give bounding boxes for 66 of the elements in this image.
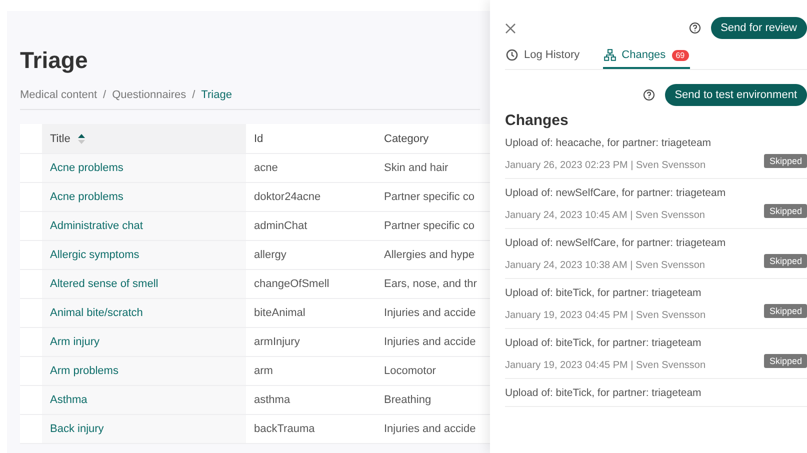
table-cell: Ears, nose, and thr bbox=[384, 278, 477, 290]
breadcrumb-separator: / bbox=[103, 89, 106, 101]
sort-icon bbox=[78, 134, 86, 144]
close-icon[interactable] bbox=[505, 22, 516, 34]
change-description: Upload of: heacache, for partner: triageteam bbox=[505, 137, 712, 149]
table-cell: biteAnimal bbox=[254, 307, 306, 319]
title-link[interactable]: Arm problems bbox=[50, 365, 118, 377]
table-cell: Partner specific co bbox=[384, 220, 474, 232]
status-badge: Skipped bbox=[764, 304, 807, 318]
change-description: Upload of: newSelfCare, for partner: triageteam bbox=[505, 187, 727, 199]
change-meta: January 19, 2023 04:45 PM | Sven Svensson bbox=[505, 360, 707, 371]
table-cell: asthma bbox=[254, 394, 290, 406]
breadcrumb-link[interactable]: Medical content bbox=[20, 89, 98, 101]
title-link[interactable]: Back injury bbox=[50, 423, 104, 435]
column-header[interactable]: Id bbox=[246, 124, 376, 153]
table-cell: acne bbox=[254, 162, 278, 174]
change-description: Upload of: biteTick, for partner: triageteam bbox=[505, 387, 702, 399]
status-badge: Skipped bbox=[764, 354, 807, 368]
title-link[interactable]: Administrative chat bbox=[50, 220, 143, 232]
table-cell: Breathing bbox=[384, 394, 432, 406]
table-cell: backTrauma bbox=[254, 423, 315, 435]
table-cell: allergy bbox=[254, 249, 286, 261]
change-description: Upload of: biteTick, for partner: triageteam bbox=[505, 337, 702, 349]
breadcrumb-separator: / bbox=[192, 89, 196, 101]
count-badge: 69 bbox=[672, 50, 689, 60]
changes-heading: Changes bbox=[505, 112, 570, 129]
page-title: Triage bbox=[20, 47, 89, 73]
change-meta: January 19, 2023 04:45 PM | Sven Svensson bbox=[505, 310, 707, 321]
title-link[interactable]: Asthma bbox=[50, 394, 88, 406]
title-link[interactable]: Animal bite/scratch bbox=[50, 307, 143, 319]
send-to-test-button[interactable]: Send to test environment bbox=[664, 84, 807, 106]
column-header[interactable]: Title bbox=[42, 124, 246, 153]
change-description: Upload of: newSelfCare, for partner: triageteam bbox=[505, 237, 727, 249]
breadcrumb-link[interactable]: Questionnaires bbox=[112, 89, 186, 101]
table-cell: Skin and hair bbox=[384, 162, 448, 174]
table-cell: doktor24acne bbox=[254, 191, 321, 203]
help-icon[interactable] bbox=[642, 89, 655, 101]
table-cell: changeOfSmell bbox=[254, 278, 330, 290]
change-description: Upload of: biteTick, for partner: triageteam bbox=[505, 287, 702, 299]
breadcrumb-link[interactable]: Triage bbox=[201, 89, 232, 101]
title-link[interactable]: Acne problems bbox=[50, 191, 124, 203]
title-link[interactable]: Acne problems bbox=[50, 162, 124, 174]
change-meta: January 26, 2023 02:23 PM | Sven Svensson bbox=[505, 160, 707, 171]
panel-tab[interactable]: Log History bbox=[505, 43, 581, 69]
status-badge: Skipped bbox=[764, 204, 807, 218]
change-meta: January 24, 2023 10:38 AM | Sven Svensson bbox=[505, 260, 706, 271]
table-cell: arm bbox=[254, 365, 273, 377]
table-cell: Injuries and accide bbox=[384, 307, 476, 319]
table-cell: Allergies and hype bbox=[384, 249, 475, 261]
table-cell: adminChat bbox=[254, 220, 308, 232]
column-header[interactable]: Category bbox=[376, 124, 490, 153]
change-meta: January 24, 2023 10:45 AM | Sven Svensson bbox=[505, 210, 706, 221]
table-cell: Injuries and accide bbox=[384, 423, 476, 435]
title-link[interactable]: Allergic symptoms bbox=[50, 249, 140, 261]
table-cell: armInjury bbox=[254, 336, 300, 348]
panel-tab[interactable]: Changes 69 bbox=[602, 43, 690, 69]
status-badge: Skipped bbox=[764, 154, 807, 168]
hierarchy-icon bbox=[604, 49, 616, 61]
table-cell: Locomotor bbox=[384, 365, 436, 377]
table-cell: Partner specific co bbox=[384, 191, 474, 203]
status-badge: Skipped bbox=[764, 254, 807, 268]
help-icon[interactable] bbox=[688, 22, 701, 34]
title-link[interactable]: Arm injury bbox=[50, 336, 100, 348]
table-cell: Injuries and accide bbox=[384, 336, 476, 348]
send-for-review-button[interactable]: Send for review bbox=[710, 17, 807, 39]
clock-icon bbox=[506, 49, 518, 61]
